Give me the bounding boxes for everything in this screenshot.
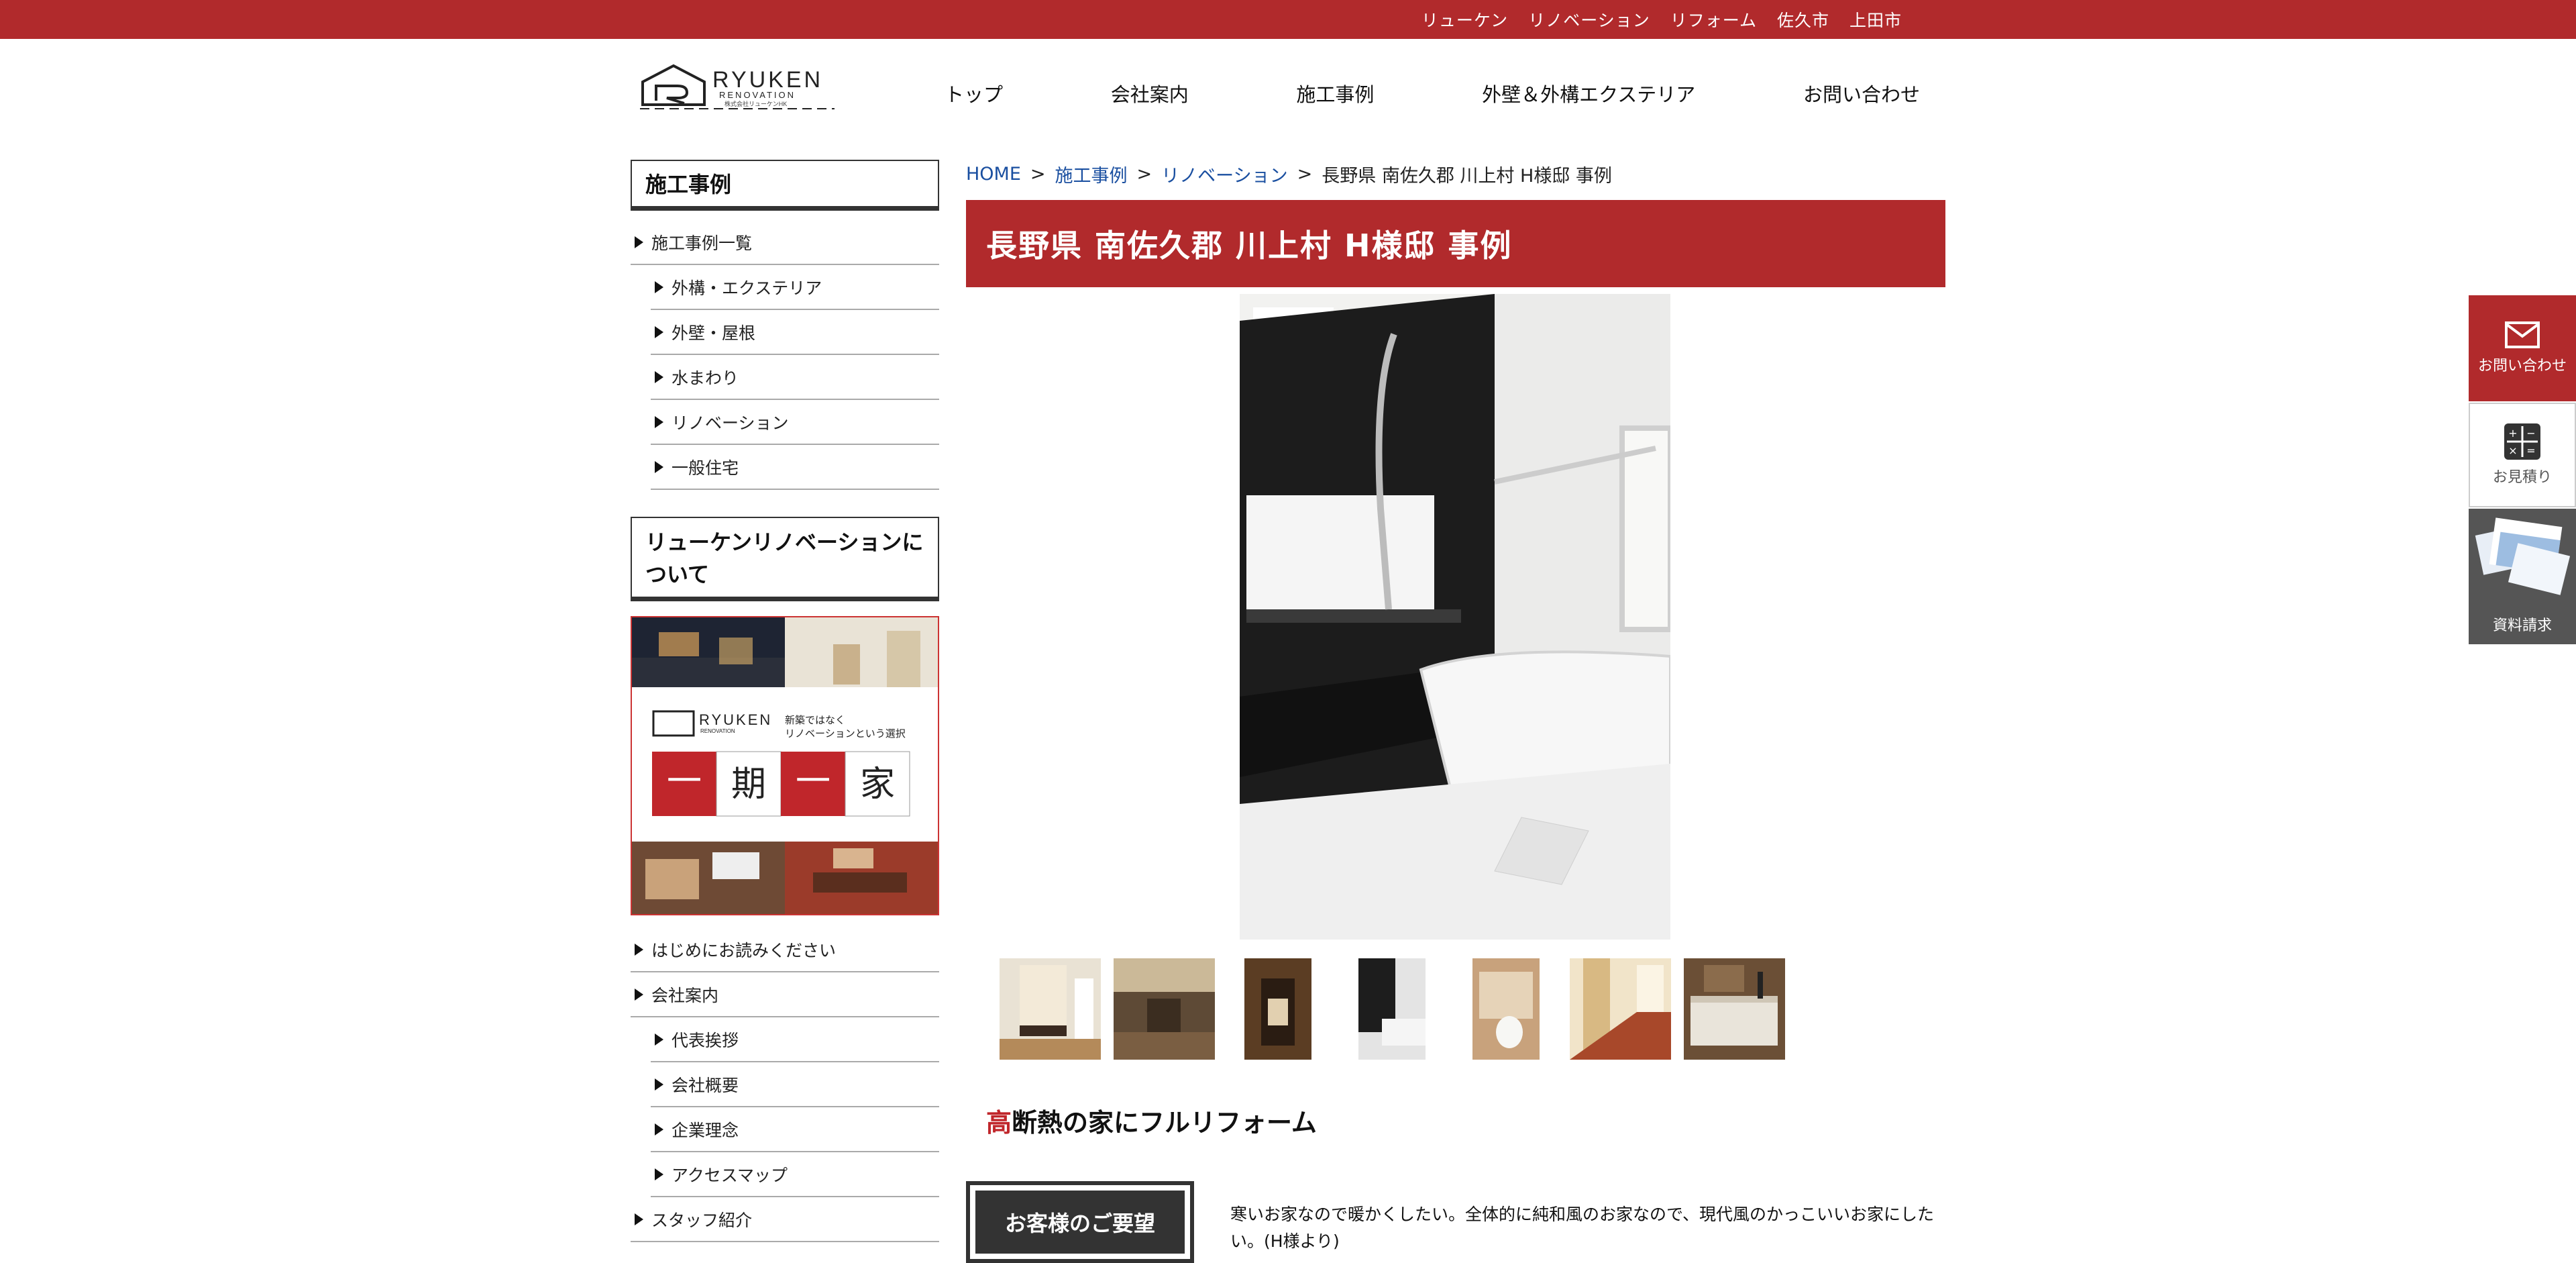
topbar-link[interactable]: リューケン xyxy=(1421,7,1508,32)
triangle-icon xyxy=(655,1078,663,1091)
breadcrumb-current: 長野県 南佐久郡 川上村 H様邸 事例 xyxy=(1322,165,1612,187)
thumbnail-living[interactable] xyxy=(1000,958,1101,1060)
triangle-icon xyxy=(655,1033,663,1046)
banner-graphic: RYUKEN RENOVATION 新築ではなく リノベーションという選択 一 … xyxy=(632,617,938,914)
float-docs-button[interactable]: 資料請求 xyxy=(2469,509,2576,644)
nav-works[interactable]: 施工事例 xyxy=(1277,79,1393,107)
breadcrumb-home[interactable]: HOME xyxy=(966,164,1021,185)
thumbnail-closet[interactable] xyxy=(1228,958,1329,1060)
nav-company[interactable]: 会社案内 xyxy=(1092,79,1208,107)
sidebar-works-list: 施工事例一覧 外構・エクステリア 外壁・屋根 水まわり リノベーション 一般住宅 xyxy=(631,220,939,490)
float-docs-label: 資料請求 xyxy=(2492,617,2552,634)
sidebar-heading-works: 施工事例 xyxy=(631,160,939,211)
breadcrumb-separator: > xyxy=(1136,163,1152,185)
topbar-link[interactable]: 佐久市 xyxy=(1777,7,1829,32)
triangle-icon xyxy=(655,370,663,383)
triangle-icon xyxy=(655,1123,663,1135)
svg-text:家: 家 xyxy=(860,764,895,805)
top-bar: リューケン リノベーション リフォーム 佐久市 上田市 xyxy=(0,0,2576,39)
brochure-icon xyxy=(2475,517,2571,595)
thumbnail-toilet[interactable] xyxy=(1456,958,1557,1060)
svg-text:=: = xyxy=(2526,444,2535,457)
svg-text:一: 一 xyxy=(667,762,702,802)
nav-contact[interactable]: お問い合わせ xyxy=(1784,79,1939,107)
svg-text:×: × xyxy=(2508,444,2517,457)
breadcrumb: HOME > 施工事例 > リノベーション > 長野県 南佐久郡 川上村 H様邸… xyxy=(966,160,1612,188)
svg-text:RYUKEN: RYUKEN xyxy=(699,711,772,728)
page-title: 長野県 南佐久郡 川上村 H様邸 事例 xyxy=(986,228,1513,264)
svg-text:−: − xyxy=(2526,427,2535,440)
sidebar-item[interactable]: はじめにお読みください xyxy=(631,927,939,972)
svg-text:RYUKEN: RYUKEN xyxy=(712,67,823,93)
thumbnail-bathroom[interactable] xyxy=(1342,958,1443,1060)
float-contact-label: お問い合わせ xyxy=(2477,358,2567,374)
page-title-bar: 長野県 南佐久郡 川上村 H様邸 事例 xyxy=(966,200,1945,287)
topbar-link[interactable]: 上田市 xyxy=(1849,7,1902,32)
sidebar-item[interactable]: 水まわり xyxy=(651,355,939,400)
triangle-icon xyxy=(635,1213,643,1225)
svg-text:RENOVATION: RENOVATION xyxy=(719,90,796,100)
sidebar-item[interactable]: 外構・エクステリア xyxy=(651,265,939,310)
breadcrumb-separator: > xyxy=(1030,163,1046,185)
sidebar-heading-about: リューケンリノベーションについて xyxy=(631,517,939,601)
triangle-icon xyxy=(655,415,663,428)
sidebar-item[interactable]: 施工事例一覧 xyxy=(631,220,939,265)
sidebar-item[interactable]: 会社概要 xyxy=(651,1062,939,1107)
renovation-banner[interactable]: RYUKEN RENOVATION 新築ではなく リノベーションという選択 一 … xyxy=(631,616,939,915)
svg-text:株式会社リューケンHK: 株式会社リューケンHK xyxy=(724,100,787,107)
subtitle-text: 断熱の家にフルリフォーム xyxy=(1012,1108,1317,1138)
topbar-link[interactable]: リノベーション xyxy=(1528,7,1650,32)
sidebar-item[interactable]: 企業理念 xyxy=(651,1107,939,1152)
svg-text:期: 期 xyxy=(731,764,766,805)
thumbnail-kitchen[interactable] xyxy=(1684,958,1785,1060)
sidebar-item[interactable]: 一般住宅 xyxy=(651,445,939,490)
triangle-icon xyxy=(655,281,663,293)
request-text: 寒いお家なので暖かくしたい。全体的に純和風のお家なので、現代風のかっこいいお家に… xyxy=(1230,1205,1935,1251)
sidebar-item[interactable]: 会社案内 xyxy=(631,972,939,1017)
mail-icon xyxy=(2505,321,2540,348)
float-contact-button[interactable]: お問い合わせ xyxy=(2469,295,2576,401)
request-label-box: お客様のご要望 xyxy=(966,1181,1194,1263)
main-photo-bathroom[interactable] xyxy=(1240,294,1670,940)
main-nav: トップ 会社案内 施工事例 外壁＆外構エクステリア お問い合わせ xyxy=(926,75,1939,111)
sidebar: 施工事例 施工事例一覧 外構・エクステリア 外壁・屋根 水まわり リノベーション… xyxy=(631,160,939,1242)
svg-text:+: + xyxy=(2508,427,2517,440)
calculator-icon: + − × = xyxy=(2504,423,2540,460)
svg-text:リノベーションという選択: リノベーションという選択 xyxy=(785,727,906,740)
sidebar-item[interactable]: 外壁・屋根 xyxy=(651,310,939,355)
svg-text:新築ではなく: 新築ではなく xyxy=(785,714,845,726)
triangle-icon xyxy=(635,943,643,956)
sidebar-about-list: はじめにお読みください 会社案内 代表挨拶 会社概要 企業理念 アクセスマップ … xyxy=(631,927,939,1242)
subtitle-accent: 高 xyxy=(986,1108,1012,1138)
float-estimate-button[interactable]: + − × = お見積り xyxy=(2469,403,2576,507)
sidebar-item[interactable]: 代表挨拶 xyxy=(651,1017,939,1062)
topbar-link[interactable]: リフォーム xyxy=(1670,7,1757,32)
nav-top[interactable]: トップ xyxy=(926,79,1022,107)
svg-text:一: 一 xyxy=(796,762,830,802)
breadcrumb-renovation[interactable]: リノベーション xyxy=(1161,161,1287,187)
topbar-links: リューケン リノベーション リフォーム 佐久市 上田市 xyxy=(1421,0,1902,39)
triangle-icon xyxy=(655,1168,663,1180)
photo-thumbnails xyxy=(1000,958,1785,1060)
sidebar-item[interactable]: アクセスマップ xyxy=(651,1152,939,1197)
request-label: お客様のご要望 xyxy=(975,1191,1185,1254)
nav-exterior[interactable]: 外壁＆外構エクステリア xyxy=(1463,79,1714,107)
float-estimate-label: お見積り xyxy=(2492,469,2552,486)
thumbnail-stairs[interactable] xyxy=(1570,958,1671,1060)
breadcrumb-separator: > xyxy=(1297,163,1313,185)
sidebar-item[interactable]: スタッフ紹介 xyxy=(631,1197,939,1242)
triangle-icon xyxy=(655,460,663,473)
section-subtitle: 高断熱の家にフルリフォーム xyxy=(986,1102,1317,1139)
triangle-icon xyxy=(635,988,643,1001)
triangle-icon xyxy=(655,325,663,338)
svg-text:RENOVATION: RENOVATION xyxy=(700,728,735,734)
thumbnail-hallway[interactable] xyxy=(1114,958,1215,1060)
ryuken-logo[interactable]: RYUKEN RENOVATION 株式会社リューケンHK xyxy=(640,62,835,110)
sidebar-item[interactable]: リノベーション xyxy=(651,400,939,445)
breadcrumb-works[interactable]: 施工事例 xyxy=(1055,161,1128,187)
triangle-icon xyxy=(635,236,643,248)
